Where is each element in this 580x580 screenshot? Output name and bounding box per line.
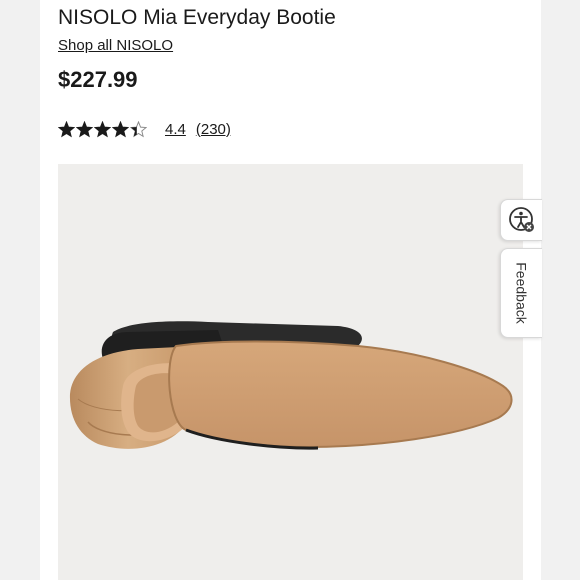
product-page: NISOLO Mia Everyday Bootie Shop all NISO… xyxy=(40,0,541,580)
star-icon xyxy=(130,120,147,137)
star-icon xyxy=(58,120,75,137)
shop-all-brand-link[interactable]: Shop all NISOLO xyxy=(58,37,173,54)
feedback-tab[interactable]: Feedback xyxy=(500,248,542,338)
product-price: $227.99 xyxy=(58,67,138,92)
star-icon xyxy=(76,120,93,137)
star-rating xyxy=(58,120,147,138)
rating-value[interactable]: 4.4 xyxy=(165,121,186,138)
review-count[interactable]: (230) xyxy=(196,121,231,138)
product-image[interactable] xyxy=(58,164,523,580)
rating-row: 4.4 (230) xyxy=(58,118,231,140)
accessibility-button[interactable] xyxy=(500,199,542,241)
accessibility-icon xyxy=(508,207,534,232)
feedback-label: Feedback xyxy=(513,262,530,324)
star-icon xyxy=(112,120,129,137)
product-title: NISOLO Mia Everyday Bootie xyxy=(58,6,336,29)
boot-sole-image xyxy=(69,321,513,450)
star-icon xyxy=(94,120,111,137)
